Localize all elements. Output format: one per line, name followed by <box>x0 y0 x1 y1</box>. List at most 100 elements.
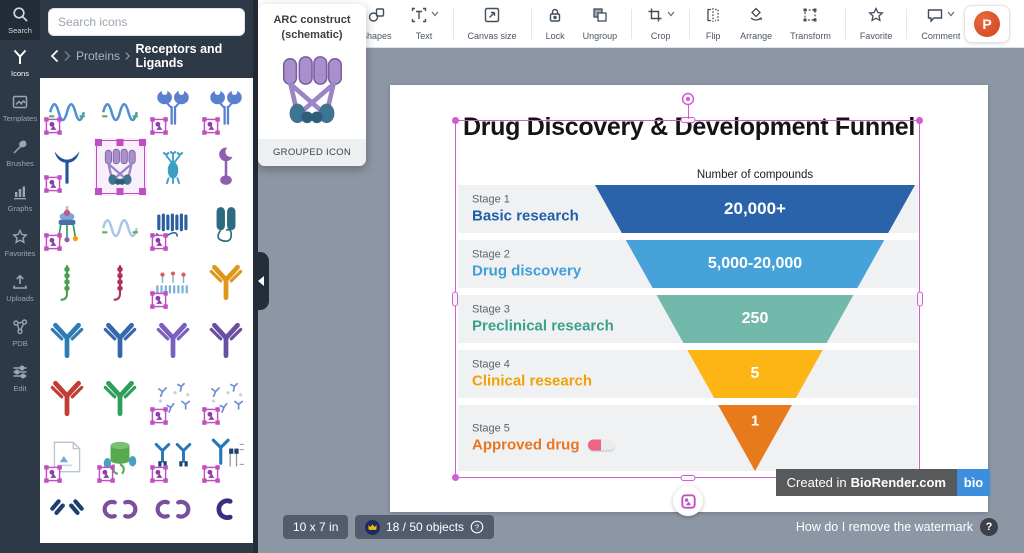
chevron-down-icon <box>667 11 675 17</box>
grouped-icon-marker <box>148 405 170 427</box>
library-icon-cc[interactable] <box>94 486 147 533</box>
sidebar-item-pdb[interactable]: PDB <box>0 310 40 355</box>
object-count-badge[interactable]: 18 / 50 objects ? <box>355 515 494 539</box>
sidebar-item-uploads[interactable]: Uploads <box>0 265 40 310</box>
export-powerpoint-button[interactable]: P <box>964 5 1010 43</box>
library-icon-dimer[interactable] <box>199 196 252 254</box>
stage-number: Stage 3 <box>472 304 614 316</box>
toolbar-canvas-size-button[interactable]: Canvas size <box>459 2 526 46</box>
sidebar-item-graphs[interactable]: Graphs <box>0 175 40 220</box>
library-icon-bead[interactable] <box>41 254 94 312</box>
library-icon-bead[interactable] <box>94 254 147 312</box>
library-icon-arc[interactable] <box>94 138 147 196</box>
watermark-help-label: How do I remove the watermark <box>796 520 973 534</box>
stage-name: Approved drug <box>472 437 615 454</box>
search-input[interactable] <box>48 8 245 36</box>
library-icon-complex[interactable] <box>41 196 94 254</box>
toolbar-comment-button[interactable]: Comment <box>912 2 969 46</box>
toolbar-ungroup-button[interactable]: Ungroup <box>574 2 627 46</box>
coil-icon <box>99 204 141 246</box>
sidebar-item-brushes[interactable]: Brushes <box>0 130 40 175</box>
library-icon-claw[interactable] <box>147 80 200 138</box>
favorites-icon <box>11 228 29 246</box>
stage-value: 20,000+ <box>724 199 786 219</box>
toolbar-transform-button[interactable]: Transform <box>781 2 840 46</box>
search-icon <box>11 5 29 23</box>
toolbar-divider <box>531 9 532 39</box>
uploads-icon <box>11 273 29 291</box>
library-icon-antibody[interactable] <box>94 370 147 428</box>
help-question-icon[interactable]: ? <box>980 518 998 536</box>
toolbar-arrange-button[interactable]: Arrange <box>731 2 781 46</box>
sidebar-item-label: Icons <box>11 69 29 78</box>
library-icon-ycup[interactable] <box>41 138 94 196</box>
sidebar-item-icons[interactable]: Icons <box>0 40 40 85</box>
library-icon-cc[interactable] <box>147 486 200 533</box>
library-icon-membrane[interactable] <box>147 254 200 312</box>
library-icon-branch[interactable] <box>147 138 200 196</box>
sidebar-item-templates[interactable]: Templates <box>0 85 40 130</box>
page-size-badge[interactable]: 10 x 7 in <box>283 515 348 539</box>
canvas[interactable]: Drug Discovery & Development Funnel Numb… <box>390 85 988 512</box>
grouped-icon-marker <box>148 289 170 311</box>
selection-handle-sw[interactable] <box>452 474 459 481</box>
library-icon-antibody[interactable] <box>199 254 252 312</box>
sidebar-item-edit[interactable]: Edit <box>0 355 40 400</box>
library-icon-antibody[interactable] <box>41 370 94 428</box>
library-icon-antibody[interactable] <box>41 312 94 370</box>
selection-handle-s[interactable] <box>680 475 695 481</box>
bead-icon <box>46 262 88 304</box>
forward-chevron-icon[interactable] <box>64 51 71 61</box>
library-icon-coil[interactable] <box>94 196 147 254</box>
library-icon-crescent[interactable] <box>199 138 252 196</box>
stage-label: Stage 4Clinical research <box>472 359 592 390</box>
powerpoint-icon: P <box>974 11 1000 37</box>
library-icon-coil[interactable] <box>41 80 94 138</box>
toolbar-favorite-button[interactable]: Favorite <box>851 2 902 46</box>
toolbar-lock-button[interactable]: Lock <box>537 2 574 46</box>
antibody-icon <box>99 320 141 362</box>
stage-name: Clinical research <box>472 373 592 390</box>
toolbar-text-button[interactable]: Text <box>401 2 448 46</box>
toolbar-crop-button[interactable]: Crop <box>637 2 684 46</box>
library-icon-antibody[interactable] <box>94 312 147 370</box>
grouped-icon-marker <box>42 115 64 137</box>
toolbar-flip-button[interactable]: Flip <box>695 2 731 46</box>
library-icon-coil[interactable] <box>94 80 147 138</box>
toolbar-divider <box>453 9 454 39</box>
stage-value: 250 <box>742 310 769 328</box>
objects-help-icon[interactable]: ? <box>470 520 484 534</box>
sidebar-item-favorites[interactable]: Favorites <box>0 220 40 265</box>
library-icon-scatter[interactable] <box>147 370 200 428</box>
rotation-handle-icon[interactable] <box>680 91 696 112</box>
library-icon-antibody[interactable] <box>147 312 200 370</box>
bead-icon <box>99 262 141 304</box>
library-icon-barrel[interactable] <box>147 196 200 254</box>
library-icon-frag[interactable] <box>41 486 94 533</box>
lock-icon <box>546 6 564 29</box>
cc-icon <box>99 494 141 533</box>
library-icon-bcr[interactable] <box>147 428 200 486</box>
sidebar-item-search[interactable]: Search <box>0 0 40 40</box>
library-icon-cylinder[interactable] <box>94 428 147 486</box>
grouped-icon-badge[interactable] <box>673 486 703 516</box>
back-chevron-icon[interactable] <box>50 50 59 62</box>
arc-construct-icon <box>258 45 366 139</box>
stage-number: Stage 5 <box>472 423 615 435</box>
funnel-stage-row: Stage 3Preclinical research250 <box>458 295 918 343</box>
library-icon-c[interactable] <box>199 486 252 533</box>
library-icon-paper[interactable] <box>41 428 94 486</box>
graphs-icon <box>11 183 29 201</box>
breadcrumb-parent[interactable]: Proteins <box>76 49 120 63</box>
tooltip-title: ARC construct (schematic) <box>258 4 366 45</box>
antibody-icon <box>205 262 247 304</box>
panel-header: Proteins Receptors and Ligands <box>40 0 253 78</box>
library-icon-scatter[interactable] <box>199 370 252 428</box>
flip-icon <box>704 6 722 29</box>
library-icon-antibody[interactable] <box>199 312 252 370</box>
library-icon-claw[interactable] <box>199 80 252 138</box>
watermark-help: How do I remove the watermark ? <box>796 518 998 536</box>
antibody-icon <box>46 378 88 420</box>
library-icon-bcr2[interactable] <box>199 428 252 486</box>
antibody-icon <box>46 320 88 362</box>
